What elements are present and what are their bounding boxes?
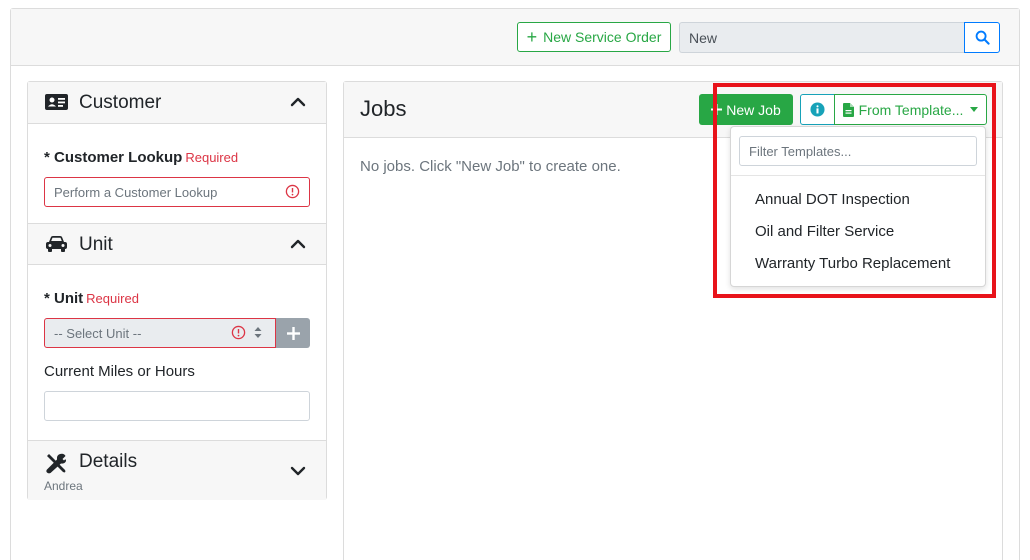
info-icon	[810, 102, 825, 117]
template-item-warranty-turbo-replacement[interactable]: Warranty Turbo Replacement	[755, 255, 950, 272]
details-section-title: Details	[79, 451, 138, 472]
customer-section-header[interactable]: Customer	[28, 82, 326, 124]
new-service-order-button[interactable]: + New Service Order	[517, 22, 671, 52]
jobs-empty-message: No jobs. Click "New Job" to create one.	[360, 158, 621, 175]
sort-arrows-icon	[254, 327, 262, 338]
unit-select-value: -- Select Unit --	[54, 325, 142, 341]
template-item-annual-dot-inspection[interactable]: Annual DOT Inspection	[755, 191, 910, 208]
from-template-button[interactable]: From Template...	[834, 94, 987, 125]
filter-templates-placeholder: Filter Templates...	[749, 143, 852, 159]
plus-icon	[711, 104, 723, 115]
from-template-label: From Template...	[858, 101, 964, 118]
dropdown-divider	[731, 175, 985, 176]
customer-section-title: Customer	[79, 92, 162, 113]
search-input[interactable]: New	[679, 22, 965, 53]
customer-lookup-input[interactable]: Perform a Customer Lookup	[44, 177, 310, 207]
customer-lookup-label: * Customer Lookup Required	[44, 149, 238, 166]
chevron-up-icon[interactable]	[290, 236, 306, 252]
chevron-up-icon[interactable]	[290, 94, 306, 110]
chevron-down-icon[interactable]	[290, 463, 306, 479]
warning-icon	[285, 184, 300, 199]
required-indicator: Required	[86, 291, 139, 306]
plus-icon: +	[526, 27, 538, 47]
left-panel: Customer * Customer Lookup Required Perfo…	[27, 81, 327, 500]
customer-lookup-placeholder: Perform a Customer Lookup	[54, 184, 218, 200]
new-service-order-label: New Service Order	[543, 29, 662, 45]
plus-icon	[286, 326, 300, 340]
miles-hours-label: Current Miles or Hours	[44, 363, 195, 380]
template-dropdown-menu: Filter Templates... Annual DOT Inspectio…	[730, 126, 986, 287]
top-toolbar: + New Service Order New	[11, 9, 1019, 66]
file-icon	[842, 102, 854, 117]
add-unit-button[interactable]	[276, 318, 310, 348]
new-job-button[interactable]: New Job	[699, 94, 793, 125]
jobs-title: Jobs	[360, 96, 407, 121]
tools-icon	[46, 453, 66, 474]
required-indicator: Required	[185, 150, 239, 165]
template-item-oil-and-filter-service[interactable]: Oil and Filter Service	[755, 223, 894, 240]
unit-label-text: * Unit	[44, 290, 84, 307]
details-subtitle: Andrea	[44, 479, 83, 493]
caret-down-icon	[970, 107, 979, 112]
template-info-button[interactable]	[800, 94, 835, 125]
miles-hours-input[interactable]	[44, 391, 310, 421]
new-job-label: New Job	[726, 101, 781, 118]
unit-label: * Unit Required	[44, 290, 139, 307]
search-icon	[975, 30, 990, 45]
car-icon	[46, 236, 67, 252]
unit-section-header[interactable]: Unit	[28, 223, 326, 265]
id-card-icon	[45, 94, 68, 110]
warning-icon	[231, 325, 246, 340]
filter-templates-input[interactable]: Filter Templates...	[739, 136, 977, 166]
customer-lookup-label-text: * Customer Lookup	[44, 149, 183, 166]
search-button[interactable]	[964, 22, 1000, 53]
unit-section-title: Unit	[79, 234, 113, 255]
